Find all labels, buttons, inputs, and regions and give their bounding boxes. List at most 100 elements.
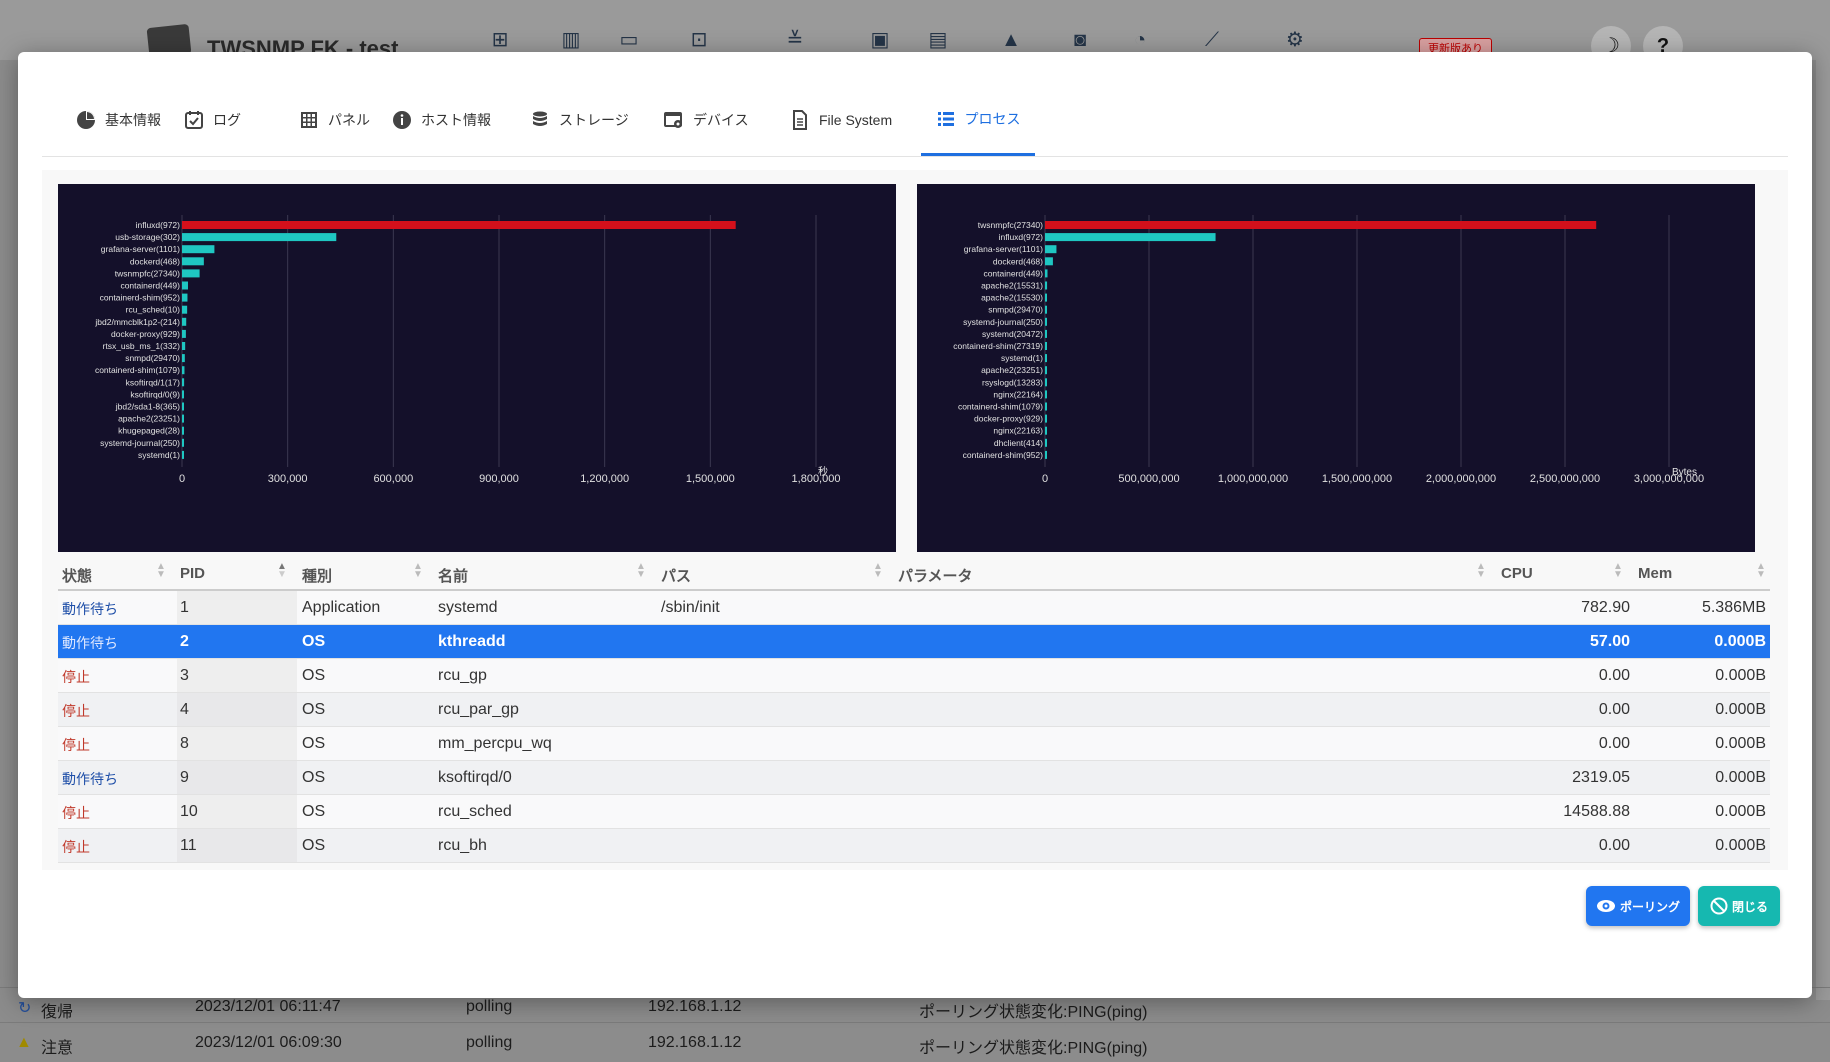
tab-process[interactable]: プロセス bbox=[921, 84, 1035, 156]
bar[interactable] bbox=[182, 366, 185, 375]
cell-mem: 0.000B bbox=[1715, 701, 1766, 718]
bar[interactable] bbox=[1045, 305, 1047, 314]
bar[interactable] bbox=[1045, 342, 1047, 350]
sort-asc-icon[interactable]: ▲ ▼ bbox=[277, 562, 287, 580]
col-pid[interactable]: PID bbox=[180, 565, 205, 582]
cell-name: ksoftirqd/0 bbox=[438, 769, 512, 786]
bar[interactable] bbox=[182, 414, 184, 423]
bar[interactable] bbox=[1045, 281, 1048, 290]
bar[interactable] bbox=[182, 426, 184, 435]
warning-icon[interactable]: ▲ bbox=[997, 26, 1025, 54]
bar[interactable] bbox=[1045, 257, 1053, 266]
gear-icon[interactable]: ⚙ bbox=[1281, 26, 1309, 54]
col-name[interactable]: 名前 bbox=[438, 565, 468, 586]
bar[interactable] bbox=[1045, 269, 1048, 278]
bar[interactable] bbox=[182, 342, 186, 350]
polling-button-label: ポーリング bbox=[1619, 899, 1680, 914]
sort-icon[interactable]: ▲ ▼ bbox=[1613, 562, 1623, 580]
bar[interactable] bbox=[1045, 378, 1047, 387]
cpu-time-chart[interactable]: 0 300,000 600,000 900,000 1,200,000 1,500,000… bbox=[58, 184, 896, 552]
bar[interactable] bbox=[182, 305, 188, 314]
bar[interactable] bbox=[1045, 414, 1047, 423]
bar[interactable] bbox=[1045, 390, 1047, 399]
table-row[interactable]: 動作待ち 9 OS ksoftirqd/0 2319.05 0.000B bbox=[58, 761, 1770, 795]
table-row[interactable]: 停止 3 OS rcu_gp 0.00 0.000B bbox=[58, 659, 1770, 693]
bar[interactable] bbox=[182, 402, 184, 411]
bar[interactable] bbox=[182, 245, 215, 254]
cell-name: rcu_gp bbox=[438, 667, 487, 684]
table-row[interactable]: 動作待ち 1 Application systemd/sbin/init 782.90 5… bbox=[58, 591, 1770, 625]
network-map-icon[interactable]: ⊞ bbox=[486, 26, 514, 54]
sort-icon[interactable]: ▲ ▼ bbox=[156, 562, 166, 580]
sort-icon[interactable]: ▲ ▼ bbox=[873, 562, 883, 580]
report-icon[interactable]: ◙ bbox=[1066, 26, 1094, 54]
sort-icon[interactable]: ▲ ▼ bbox=[1756, 562, 1766, 580]
bar[interactable] bbox=[182, 354, 185, 363]
tab-panel[interactable]: パネル bbox=[299, 84, 370, 156]
col-state[interactable]: 状態 bbox=[62, 565, 92, 586]
table-row[interactable]: 停止 4 OS rcu_par_gp 0.00 0.000B bbox=[58, 693, 1770, 727]
bar[interactable] bbox=[1045, 366, 1047, 375]
tab-label: パネル bbox=[328, 112, 370, 128]
bar[interactable] bbox=[182, 269, 200, 278]
bar[interactable] bbox=[1045, 426, 1047, 435]
bar[interactable] bbox=[182, 390, 184, 399]
bar[interactable] bbox=[1045, 450, 1047, 459]
bar[interactable] bbox=[1045, 245, 1057, 254]
calendar-check-icon[interactable]: ▣ bbox=[866, 26, 894, 54]
sort-icon[interactable]: ▲ ▼ bbox=[636, 562, 646, 580]
bar[interactable] bbox=[182, 329, 186, 338]
bar[interactable] bbox=[182, 233, 337, 242]
bar[interactable] bbox=[1045, 402, 1047, 411]
calendar-icon[interactable]: ▤ bbox=[924, 26, 952, 54]
cell-cpu: 2319.05 bbox=[1572, 769, 1630, 786]
tab-host-info[interactable]: ホスト情報 bbox=[392, 84, 491, 156]
bar[interactable] bbox=[182, 378, 185, 387]
tab-log[interactable]: ログ bbox=[184, 84, 241, 156]
device-settings-icon[interactable]: ⊡ bbox=[685, 26, 713, 54]
bar[interactable] bbox=[182, 281, 188, 290]
tab-device[interactable]: デバイス bbox=[664, 84, 749, 156]
tab-storage[interactable]: ストレージ bbox=[530, 84, 629, 156]
event-row[interactable]: ▲ 注意 2023/12/01 06:09:30 polling 192.168… bbox=[0, 1026, 1830, 1062]
col-cpu[interactable]: CPU bbox=[1501, 565, 1533, 582]
col-mem[interactable]: Mem bbox=[1638, 565, 1672, 582]
bar[interactable] bbox=[1045, 293, 1047, 302]
x-tick-label: 900,000 bbox=[479, 473, 519, 485]
table-row[interactable]: 動作待ち 2 OS kthreadd 57.00 0.000B bbox=[58, 625, 1770, 659]
bar[interactable] bbox=[1045, 233, 1216, 242]
col-path[interactable]: パス bbox=[661, 565, 691, 586]
tab-file-system[interactable]: File System bbox=[790, 84, 892, 156]
map-icon[interactable]: ▥ bbox=[557, 26, 585, 54]
memory-chart[interactable]: 0 500,000,000 1,000,000,000 1,500,000,000 2,… bbox=[917, 184, 1755, 552]
table-row[interactable]: 停止 11 OS rcu_bh 0.00 0.000B bbox=[58, 829, 1770, 863]
col-kind[interactable]: 種別 bbox=[302, 565, 332, 586]
bar[interactable] bbox=[182, 221, 736, 229]
bar[interactable] bbox=[182, 438, 184, 447]
bar[interactable] bbox=[182, 293, 188, 302]
sort-icon[interactable]: ▲ ▼ bbox=[1476, 562, 1486, 580]
palette-icon[interactable]: ◔ bbox=[1126, 26, 1154, 54]
col-params[interactable]: パラメータ bbox=[898, 565, 973, 586]
page-scrollbar[interactable] bbox=[1816, 50, 1830, 1000]
bar[interactable] bbox=[182, 317, 187, 326]
bar[interactable] bbox=[1045, 438, 1047, 447]
bar[interactable] bbox=[182, 450, 184, 459]
table-row[interactable]: 停止 8 OS mm_percpu_wq 0.00 0.000B bbox=[58, 727, 1770, 761]
sort-icon[interactable]: ▲ ▼ bbox=[413, 562, 423, 580]
table-row[interactable]: 停止 10 OS rcu_sched 14588.88 0.000B bbox=[58, 795, 1770, 829]
category-label: ksoftirqd/1(17) bbox=[126, 377, 180, 387]
checklist-icon[interactable]: ≚ bbox=[781, 26, 809, 54]
close-button[interactable]: 閉じる bbox=[1698, 886, 1780, 926]
bar[interactable] bbox=[1045, 317, 1047, 326]
tab-basic-info[interactable]: 基本情報 bbox=[76, 84, 161, 156]
category-label: influxd(972) bbox=[136, 220, 181, 230]
line-chart-icon[interactable]: ⟋ bbox=[1198, 26, 1226, 54]
bar[interactable] bbox=[1045, 221, 1597, 229]
memory-chart-svg: 0 500,000,000 1,000,000,000 1,500,000,000 2,… bbox=[953, 215, 1704, 485]
polling-button[interactable]: ポーリング bbox=[1586, 886, 1690, 926]
bar[interactable] bbox=[1045, 354, 1047, 363]
laptop-icon[interactable]: ▭ bbox=[615, 26, 643, 54]
bar[interactable] bbox=[1045, 329, 1047, 338]
bar[interactable] bbox=[182, 257, 204, 266]
